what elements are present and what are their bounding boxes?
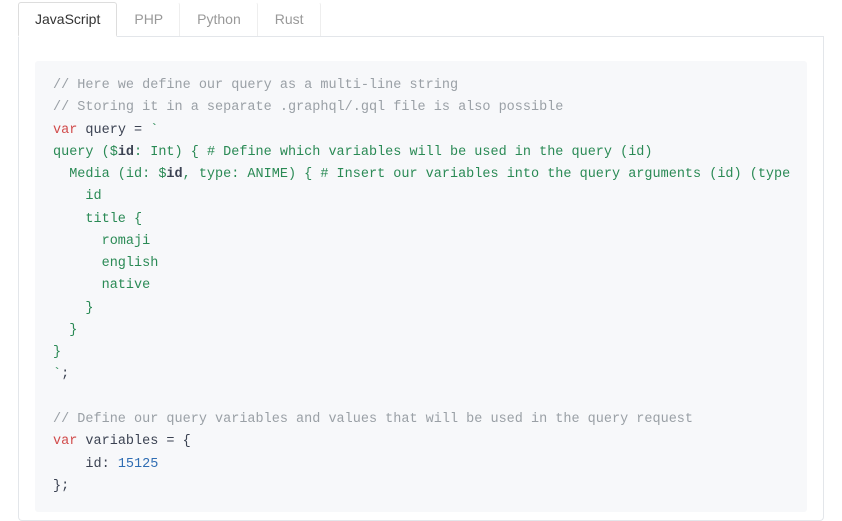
tab-php[interactable]: PHP bbox=[117, 2, 180, 36]
tab-python[interactable]: Python bbox=[180, 2, 258, 36]
code-attr: id bbox=[85, 457, 101, 472]
code-string: native bbox=[53, 278, 150, 293]
code-var: id bbox=[166, 167, 182, 182]
code-string: , type: ANIME) { bbox=[183, 167, 321, 182]
code-string: } bbox=[53, 301, 94, 316]
code-keyword: var bbox=[53, 123, 77, 138]
code-text: variables = { bbox=[77, 434, 190, 449]
code-string: Media (id: $ bbox=[53, 167, 166, 182]
code-comment: // Here we define our query as a multi-l… bbox=[53, 78, 458, 93]
code-number: 15125 bbox=[118, 457, 159, 472]
code-punc: : bbox=[102, 457, 118, 472]
code-string: romaji bbox=[53, 234, 150, 249]
tab-content: // Here we define our query as a multi-l… bbox=[18, 37, 824, 521]
tab-rust[interactable]: Rust bbox=[258, 2, 321, 36]
language-tabs: JavaScript PHP Python Rust bbox=[18, 2, 824, 37]
code-string: title { bbox=[53, 212, 142, 227]
code-text: query = bbox=[77, 123, 150, 138]
code-keyword: var bbox=[53, 434, 77, 449]
code-string: query ($ bbox=[53, 145, 118, 160]
code-string: ` bbox=[150, 123, 158, 138]
code-string: } bbox=[53, 323, 77, 338]
code-comment-inline: # Insert our variables into the query ar… bbox=[320, 167, 790, 182]
tab-javascript[interactable]: JavaScript bbox=[18, 2, 117, 37]
code-punc: ; bbox=[61, 367, 69, 382]
code-string: english bbox=[53, 256, 158, 271]
code-text: }; bbox=[53, 479, 69, 494]
code-string: ` bbox=[53, 367, 61, 382]
code-comment: // Storing it in a separate .graphql/.gq… bbox=[53, 100, 563, 115]
code-text bbox=[53, 457, 85, 472]
code-string: : Int) { bbox=[134, 145, 207, 160]
code-block: // Here we define our query as a multi-l… bbox=[35, 61, 807, 512]
code-comment: // Define our query variables and values… bbox=[53, 412, 693, 427]
code-string: } bbox=[53, 345, 61, 360]
code-comment-inline: # Define which variables will be used in… bbox=[207, 145, 653, 160]
code-var: id bbox=[118, 145, 134, 160]
code-string: id bbox=[53, 189, 102, 204]
